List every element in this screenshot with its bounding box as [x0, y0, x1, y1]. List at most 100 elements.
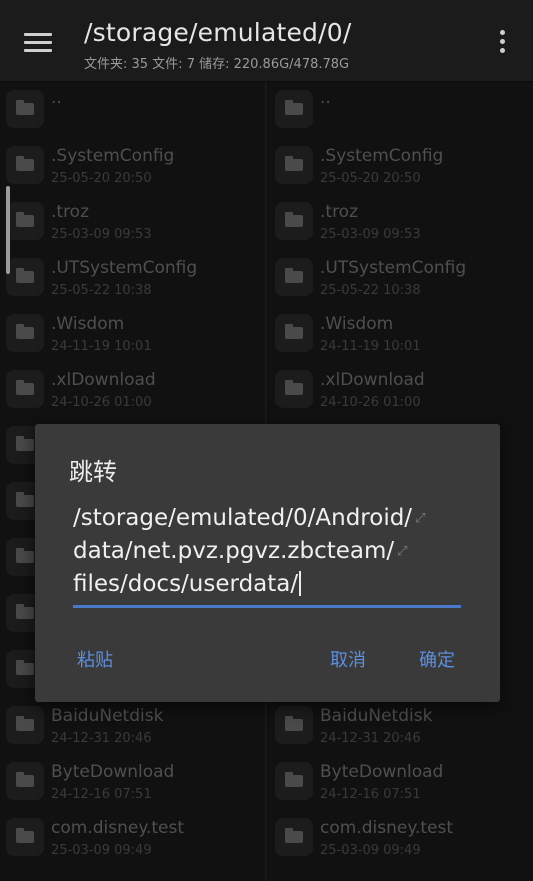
- file-row[interactable]: .xlDownload 24-10-26 01:00: [269, 362, 533, 418]
- folder-glyph: [16, 548, 34, 563]
- folder-icon: [275, 370, 313, 408]
- folder-icon: [6, 314, 44, 352]
- path-line: data/net.pvz.pgvz.zbcteam/⤢: [73, 535, 461, 568]
- file-date: 25-03-09 09:49: [320, 843, 421, 858]
- folder-glyph: [16, 212, 34, 227]
- file-name: .Wisdom: [51, 314, 125, 334]
- file-name: ..: [320, 88, 331, 108]
- file-row[interactable]: ..: [269, 82, 533, 138]
- file-name: com.disney.test: [320, 818, 454, 838]
- file-row[interactable]: .UTSystemConfig 25-05-22 10:38: [269, 250, 533, 306]
- folder-glyph: [16, 660, 34, 675]
- file-name: .SystemConfig: [51, 146, 175, 166]
- current-path[interactable]: /storage/emulated/0/: [84, 18, 351, 47]
- folder-icon: [275, 762, 313, 800]
- file-date: 24-12-16 07:51: [320, 787, 421, 802]
- file-date: 24-12-31 20:46: [320, 731, 421, 746]
- folder-icon: [6, 706, 44, 744]
- dialog-title: 跳转: [69, 458, 117, 486]
- file-row[interactable]: .troz 25-03-09 09:53: [269, 194, 533, 250]
- file-row[interactable]: .SystemConfig 25-05-20 20:50: [269, 138, 533, 194]
- file-name: .troz: [320, 202, 359, 222]
- folder-icon: [275, 706, 313, 744]
- menu-icon[interactable]: [24, 33, 52, 55]
- file-date: 24-10-26 01:00: [320, 395, 421, 410]
- cancel-button[interactable]: 取消: [330, 646, 366, 672]
- folder-glyph: [285, 716, 303, 731]
- line-wrap-icon: ⤢: [397, 544, 408, 559]
- file-name: .xlDownload: [51, 370, 156, 390]
- file-row[interactable]: ..: [0, 82, 265, 138]
- folder-glyph: [285, 156, 303, 171]
- folder-glyph: [16, 604, 34, 619]
- folder-glyph: [16, 716, 34, 731]
- file-name: .UTSystemConfig: [320, 258, 467, 278]
- file-row[interactable]: com.disney.test 25-03-09 09:49: [269, 810, 533, 866]
- file-date: 25-03-09 09:53: [51, 227, 152, 242]
- folder-glyph: [16, 324, 34, 339]
- file-name: .UTSystemConfig: [51, 258, 198, 278]
- file-date: 24-10-26 01:00: [51, 395, 152, 410]
- storage-stats: 文件夹: 35 文件: 7 储存: 220.86G/478.78G: [84, 57, 350, 72]
- folder-icon: [275, 818, 313, 856]
- folder-glyph: [16, 436, 34, 451]
- file-name: com.disney.test: [51, 818, 185, 838]
- folder-glyph: [16, 268, 34, 283]
- folder-glyph: [285, 828, 303, 843]
- file-row[interactable]: BaiduNetdisk 24-12-31 20:46: [269, 698, 533, 754]
- folder-icon: [6, 370, 44, 408]
- folder-icon: [6, 146, 44, 184]
- file-row[interactable]: .troz 25-03-09 09:53: [0, 194, 265, 250]
- folder-icon: [6, 202, 44, 240]
- folder-icon: [275, 314, 313, 352]
- file-name: .xlDownload: [320, 370, 425, 390]
- folder-glyph: [16, 156, 34, 171]
- ok-button[interactable]: 确定: [419, 646, 455, 672]
- path-line: /storage/emulated/0/Android/⤢: [73, 502, 461, 535]
- text-cursor: [299, 571, 302, 596]
- folder-icon: [6, 762, 44, 800]
- file-name: BaiduNetdisk: [51, 706, 164, 726]
- folder-glyph: [285, 380, 303, 395]
- paste-button[interactable]: 粘贴: [77, 646, 113, 672]
- app-bar: /storage/emulated/0/ 文件夹: 35 文件: 7 储存: 2…: [0, 0, 533, 82]
- file-date: 25-05-20 20:50: [320, 171, 421, 186]
- left-pane-scrollbar[interactable]: [6, 186, 10, 274]
- file-name: ByteDownload: [320, 762, 444, 782]
- file-row[interactable]: .Wisdom 24-11-19 10:01: [0, 306, 265, 362]
- file-row[interactable]: ByteDownload 24-12-16 07:51: [0, 754, 265, 810]
- file-date: 24-11-19 10:01: [320, 339, 421, 354]
- file-name: ByteDownload: [51, 762, 175, 782]
- file-name: BaiduNetdisk: [320, 706, 433, 726]
- file-row[interactable]: BaiduNetdisk 24-12-31 20:46: [0, 698, 265, 754]
- path-line: files/docs/userdata/: [73, 568, 461, 601]
- file-date: 25-05-22 10:38: [320, 283, 421, 298]
- path-input[interactable]: /storage/emulated/0/Android/⤢ data/net.p…: [73, 502, 461, 608]
- folder-glyph: [16, 380, 34, 395]
- folder-icon: [275, 258, 313, 296]
- file-row[interactable]: .UTSystemConfig 25-05-22 10:38: [0, 250, 265, 306]
- folder-glyph: [16, 100, 34, 115]
- file-row[interactable]: com.disney.test 25-03-09 09:49: [0, 810, 265, 866]
- file-row[interactable]: .xlDownload 24-10-26 01:00: [0, 362, 265, 418]
- goto-dialog: 跳转 /storage/emulated/0/Android/⤢ data/ne…: [35, 424, 500, 702]
- file-date: 24-12-16 07:51: [51, 787, 152, 802]
- file-row[interactable]: .SystemConfig 25-05-20 20:50: [0, 138, 265, 194]
- folder-icon: [275, 90, 313, 128]
- file-row[interactable]: .Wisdom 24-11-19 10:01: [269, 306, 533, 362]
- file-row[interactable]: ByteDownload 24-12-16 07:51: [269, 754, 533, 810]
- file-name: .Wisdom: [320, 314, 394, 334]
- file-name: .troz: [51, 202, 90, 222]
- file-name: .SystemConfig: [320, 146, 444, 166]
- folder-icon: [275, 202, 313, 240]
- input-underline: [73, 605, 461, 608]
- file-date: 24-12-31 20:46: [51, 731, 152, 746]
- file-date: 25-03-09 09:53: [320, 227, 421, 242]
- more-vert-icon[interactable]: [496, 30, 508, 60]
- folder-glyph: [285, 100, 303, 115]
- folder-glyph: [285, 772, 303, 787]
- file-date: 25-05-22 10:38: [51, 283, 152, 298]
- folder-icon: [6, 258, 44, 296]
- file-date: 25-05-20 20:50: [51, 171, 152, 186]
- folder-icon: [6, 818, 44, 856]
